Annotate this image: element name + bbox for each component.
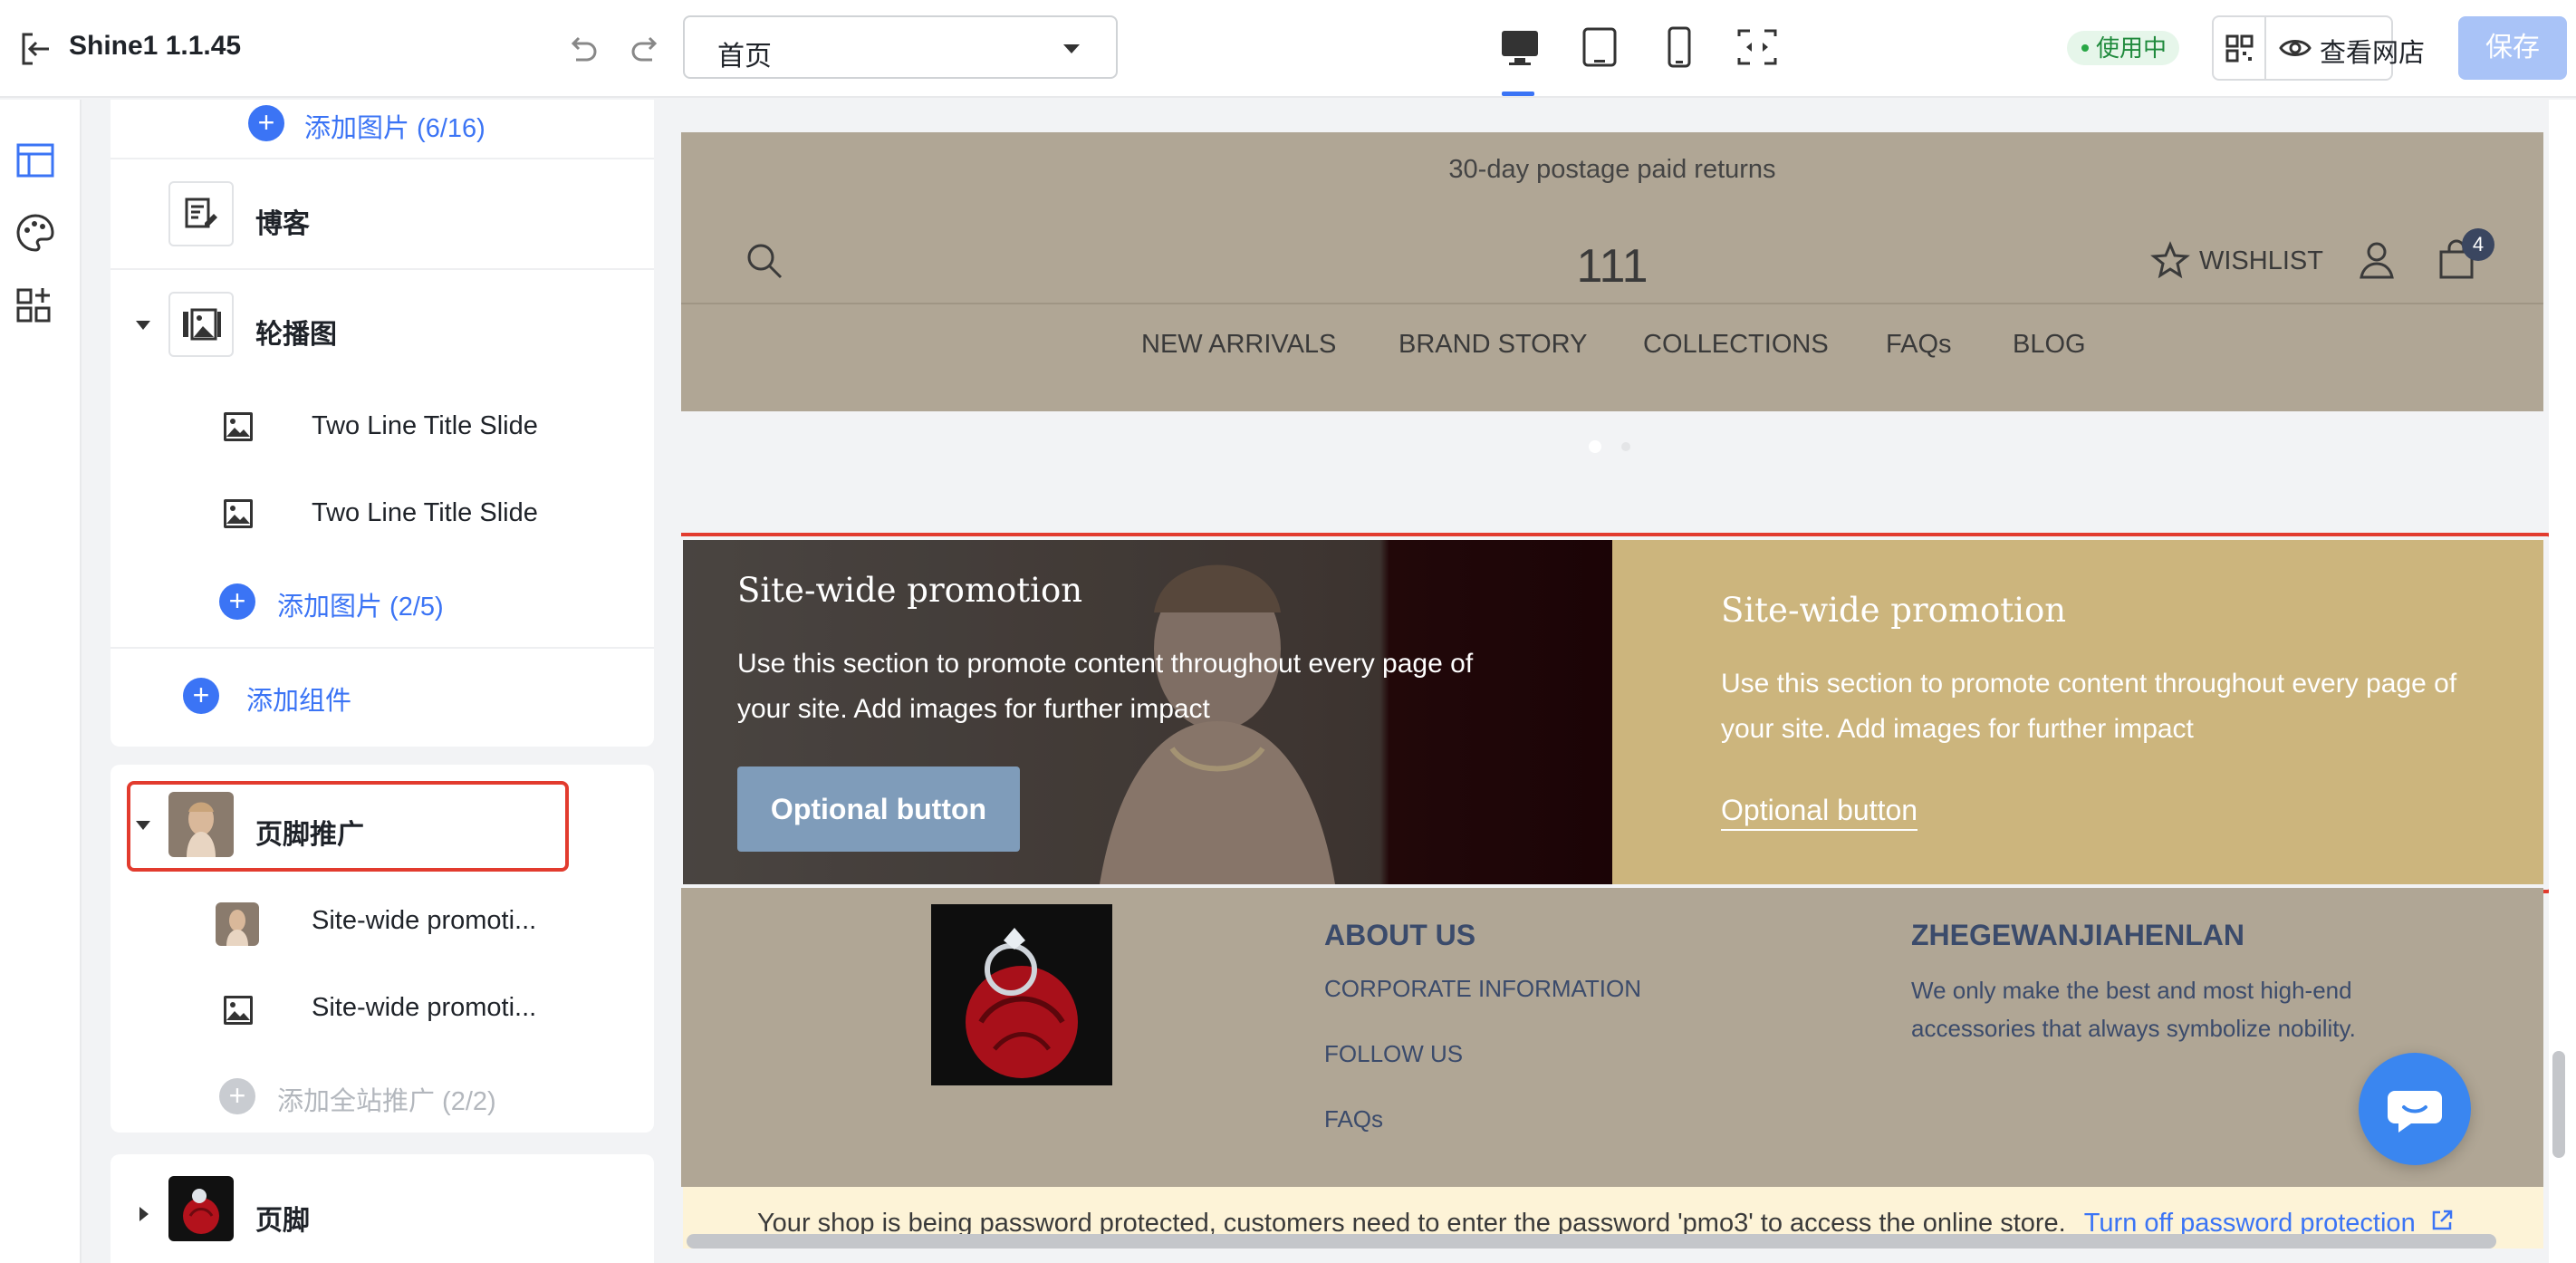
announcement-bar: 30-day postage paid returns <box>681 132 2543 205</box>
fullscreen-icon[interactable] <box>1734 24 1781 71</box>
section-label: 博客 <box>255 209 310 239</box>
top-bar: Shine1 1.1.45 首页 使用中 查看网店 保存 <box>0 0 2576 98</box>
promo-label: Site-wide promoti... <box>312 906 537 935</box>
add-section-row[interactable]: + 添加组件 <box>111 649 654 747</box>
footer-brand-heading: ZHEGEWANJIAHENLAN <box>1911 919 2245 951</box>
footer-link[interactable]: CORPORATE INFORMATION <box>1324 975 1641 1003</box>
sections-panel: + 添加图片 (6/16) 博客 轮播图 Two Line Title Slid… <box>83 100 656 1263</box>
wishlist-link[interactable]: WISHLIST <box>2199 246 2323 276</box>
page-select-value: 首页 <box>717 42 772 72</box>
blog-icon <box>168 181 234 246</box>
app-title: Shine1 1.1.45 <box>69 31 242 61</box>
eye-icon <box>2279 34 2312 67</box>
nav-brand-story[interactable]: BRAND STORY <box>1399 330 1587 360</box>
nav-collections[interactable]: COLLECTIONS <box>1643 330 1829 360</box>
carousel-dot-active[interactable] <box>1589 440 1601 453</box>
redo-icon[interactable] <box>627 31 665 69</box>
palette-icon[interactable] <box>14 212 56 254</box>
footer-logo-image <box>931 904 1112 1085</box>
footer-link[interactable]: FOLLOW US <box>1324 1040 1463 1068</box>
preview-vertical-scrollbar[interactable] <box>2552 1051 2565 1158</box>
star-icon[interactable] <box>2150 241 2190 285</box>
promo-label: Site-wide promoti... <box>312 993 537 1022</box>
chevron-down-icon[interactable] <box>136 321 150 330</box>
promo-item[interactable]: Site-wide promoti... <box>111 881 654 968</box>
footer-card: 页脚 <box>111 1154 654 1263</box>
chat-icon <box>2388 1091 2442 1133</box>
desktop-icon[interactable] <box>1496 24 1543 96</box>
selected-section-highlight <box>127 781 569 872</box>
add-section-link[interactable]: 添加组件 <box>246 680 351 718</box>
slide-label: Two Line Title Slide <box>312 411 538 440</box>
left-rail <box>0 100 82 1263</box>
view-store-label: 查看网店 <box>2320 39 2426 68</box>
preview-horizontal-scrollbar[interactable] <box>687 1234 2496 1249</box>
store-header: 111 WISHLIST 4 NEW ARRIVALS BRAND STORY … <box>681 205 2543 411</box>
carousel-area <box>681 411 2543 489</box>
selected-section-highlight <box>681 533 2549 893</box>
footer-thumbnail <box>168 1176 234 1241</box>
footer-link[interactable]: FAQs <box>1324 1105 1383 1133</box>
chat-button[interactable] <box>2359 1053 2471 1165</box>
tablet-icon[interactable] <box>1576 24 1623 71</box>
footer-brand-text: We only make the best and most high-end … <box>1911 977 2356 1042</box>
image-icon <box>223 995 254 1026</box>
store-preview: 30-day postage paid returns 111 WISHLIST… <box>681 100 2549 1249</box>
section-slideshow[interactable]: 轮播图 <box>111 270 654 379</box>
page-select[interactable]: 首页 <box>683 15 1118 79</box>
user-icon[interactable] <box>2357 239 2397 284</box>
promo-thumbnail <box>216 902 259 946</box>
save-button[interactable]: 保存 <box>2458 16 2567 80</box>
slide-item[interactable]: Two Line Title Slide <box>111 384 654 471</box>
plus-icon: + <box>183 678 219 714</box>
add-images-link[interactable]: 添加图片 (2/5) <box>277 585 444 623</box>
chevron-down-icon <box>1063 44 1080 53</box>
nav-faqs[interactable]: FAQs <box>1886 330 1952 360</box>
store-footer: ABOUT US CORPORATE INFORMATION FOLLOW US… <box>681 888 2543 1187</box>
promo-item[interactable]: Site-wide promoti... <box>111 968 654 1055</box>
section-blog[interactable]: 博客 <box>111 159 654 268</box>
carousel-dot[interactable] <box>1621 442 1630 451</box>
slideshow-icon <box>168 292 234 357</box>
cart-count-badge: 4 <box>2462 228 2494 261</box>
section-footer[interactable]: 页脚 <box>111 1162 654 1263</box>
footer-about-heading: ABOUT US <box>1324 919 1476 951</box>
layout-icon[interactable] <box>14 140 56 181</box>
plus-icon: + <box>219 1078 255 1114</box>
add-slide-row[interactable]: + 添加图片 (2/5) <box>111 558 654 645</box>
chevron-right-icon[interactable] <box>139 1207 149 1221</box>
add-promo-row: + 添加全站推广 (2/2) <box>111 1055 654 1142</box>
status-badge: 使用中 <box>2067 31 2180 65</box>
undo-icon[interactable] <box>563 31 601 69</box>
slide-item[interactable]: Two Line Title Slide <box>111 471 654 558</box>
section-label: 页脚 <box>255 1206 310 1236</box>
add-images-link[interactable]: 添加图片 (6/16) <box>304 107 485 145</box>
mobile-icon[interactable] <box>1656 24 1703 71</box>
section-label: 轮播图 <box>255 320 337 350</box>
slide-label: Two Line Title Slide <box>312 498 538 527</box>
plus-icon[interactable]: + <box>248 105 284 141</box>
add-promo-link: 添加全站推广 (2/2) <box>277 1087 496 1116</box>
image-icon <box>223 498 254 529</box>
exit-icon[interactable] <box>18 31 54 67</box>
apps-icon[interactable] <box>14 284 56 326</box>
plus-icon: + <box>219 583 255 620</box>
qr-code-icon[interactable] <box>2212 15 2266 81</box>
sections-card: + 添加图片 (6/16) 博客 轮播图 Two Line Title Slid… <box>111 100 654 747</box>
image-icon <box>223 411 254 442</box>
nav-blog[interactable]: BLOG <box>2013 330 2086 360</box>
nav-new-arrivals[interactable]: NEW ARRIVALS <box>1141 330 1336 360</box>
divider <box>681 303 2543 304</box>
